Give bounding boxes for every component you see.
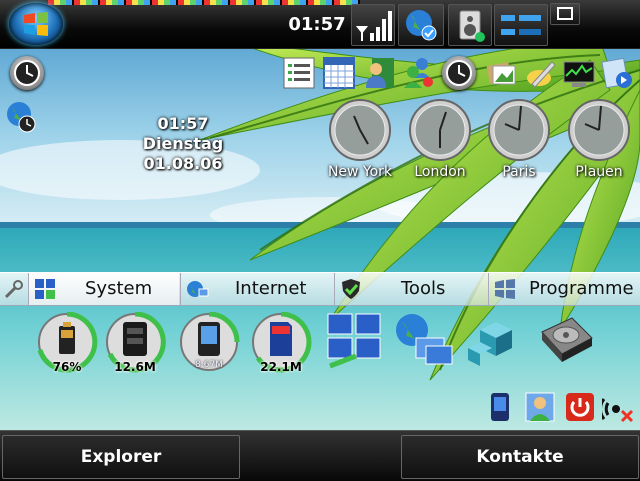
start-button[interactable] (9, 3, 63, 45)
clock-icon (446, 60, 472, 86)
owner-info-button[interactable] (524, 391, 556, 423)
alarm-button[interactable] (442, 56, 476, 90)
settings-wrench-button[interactable] (2, 277, 26, 301)
messenger-button[interactable] (402, 56, 436, 90)
wireless-off-button[interactable] (602, 391, 634, 423)
gauge-value: 12.6M (114, 360, 156, 374)
tab-label: Programme (529, 278, 634, 299)
world-clock-plauen[interactable]: Plauen (559, 98, 639, 188)
sd-card-gauge[interactable]: 22.1M (248, 312, 314, 378)
hard-disk-icon (541, 317, 593, 362)
date-display: 01:57 Dienstag 01.08.06 (138, 114, 228, 174)
speaker-icon (459, 10, 485, 42)
memory-gauge[interactable]: 12.6M (102, 312, 168, 378)
softkey-bar: Explorer Kontakte (0, 430, 640, 481)
date-weekday: Dienstag (142, 134, 224, 153)
explorer-softkey[interactable]: Explorer (2, 435, 240, 479)
monitor-graph-icon (563, 61, 595, 87)
analog-clock-icon (409, 99, 471, 161)
tasks-button[interactable] (282, 56, 316, 90)
globe-network-icon (187, 281, 209, 297)
notes-button[interactable] (524, 56, 558, 90)
contact-card-icon (366, 58, 394, 88)
world-clock-city: Plauen (575, 164, 623, 180)
next-page-button[interactable] (600, 56, 634, 90)
world-time-button[interactable] (4, 100, 38, 134)
tab-programme[interactable]: Programme (488, 273, 640, 305)
analog-clock-icon (329, 99, 391, 161)
tab-bar: System Internet Tools Programme (0, 272, 640, 306)
globe-clock-icon (7, 102, 36, 133)
world-clock-london[interactable]: London (400, 98, 480, 188)
power-icon (566, 393, 594, 421)
registry-cubes-icon (468, 322, 512, 366)
signal-strength-button[interactable] (351, 4, 395, 46)
wrench-icon (4, 280, 23, 299)
world-clock-city: New York (327, 164, 393, 180)
tab-label: Internet (235, 278, 307, 299)
world-clock-new-york[interactable]: New York (320, 98, 400, 188)
network-button[interactable] (392, 310, 458, 376)
contacts-app-button[interactable] (362, 56, 396, 90)
tab-system[interactable]: System (28, 273, 179, 305)
device-storage-gauge[interactable]: 8.67M (176, 312, 242, 378)
notes-pen-icon (527, 61, 556, 88)
contacts-softkey[interactable]: Kontakte (401, 435, 639, 479)
battery-bars-icon (501, 15, 541, 35)
user-profile-icon (525, 392, 555, 422)
phone-device-icon (491, 393, 509, 421)
gauge-value: 76% (52, 360, 82, 374)
clock-settings-button[interactable] (10, 56, 44, 90)
windows-logo-icon (495, 279, 515, 299)
shield-check-icon (342, 279, 360, 299)
connectivity-button[interactable] (398, 4, 444, 46)
windows-panes-icon (327, 313, 381, 369)
globe-check-icon (406, 10, 437, 41)
power-button[interactable] (564, 391, 596, 423)
world-clock-city: London (414, 164, 466, 180)
status-clock[interactable]: 01:57 (285, 14, 349, 38)
battery-status-button[interactable] (494, 4, 548, 46)
world-clock-paris[interactable]: Paris (479, 98, 559, 188)
windows-flag-icon (24, 12, 48, 36)
signal-bars-icon (355, 11, 392, 41)
globe-computers-icon (396, 314, 453, 365)
photos-icon (486, 62, 516, 85)
tab-tools[interactable]: Tools (334, 273, 487, 305)
window-icon (557, 7, 573, 20)
analog-clock-icon (568, 99, 630, 161)
tab-label: Tools (401, 278, 446, 299)
tab-internet[interactable]: Internet (180, 273, 333, 305)
photos-button[interactable] (484, 56, 518, 90)
analog-clock-icon (488, 99, 550, 161)
window-button[interactable] (550, 3, 580, 25)
registry-button[interactable] (462, 310, 528, 376)
tab-label: System (85, 278, 153, 299)
disk-manager-button[interactable] (532, 310, 598, 376)
system-settings-button[interactable] (322, 310, 388, 376)
color-strip (48, 0, 360, 5)
wireless-disabled-icon (602, 398, 634, 423)
date-time: 01:57 (157, 114, 209, 133)
gauge-value: 22.1M (260, 360, 302, 374)
device-info-button[interactable] (484, 391, 516, 423)
volume-button[interactable] (448, 4, 492, 46)
system-monitor-button[interactable] (562, 56, 596, 90)
status-bar: 01:57 (0, 0, 640, 49)
calendar-button[interactable] (322, 56, 356, 90)
messenger-people-icon (404, 58, 433, 88)
document-arrow-icon (601, 57, 632, 89)
gauge-value: 8.67M (195, 360, 223, 370)
clock-icon (14, 60, 40, 86)
world-clock-city: Paris (502, 164, 536, 180)
calendar-icon (323, 57, 355, 89)
windows-grid-icon (35, 279, 55, 299)
task-list-icon (283, 57, 315, 89)
date-value: 01.08.06 (143, 154, 223, 173)
battery-gauge[interactable]: 76% (34, 312, 100, 378)
